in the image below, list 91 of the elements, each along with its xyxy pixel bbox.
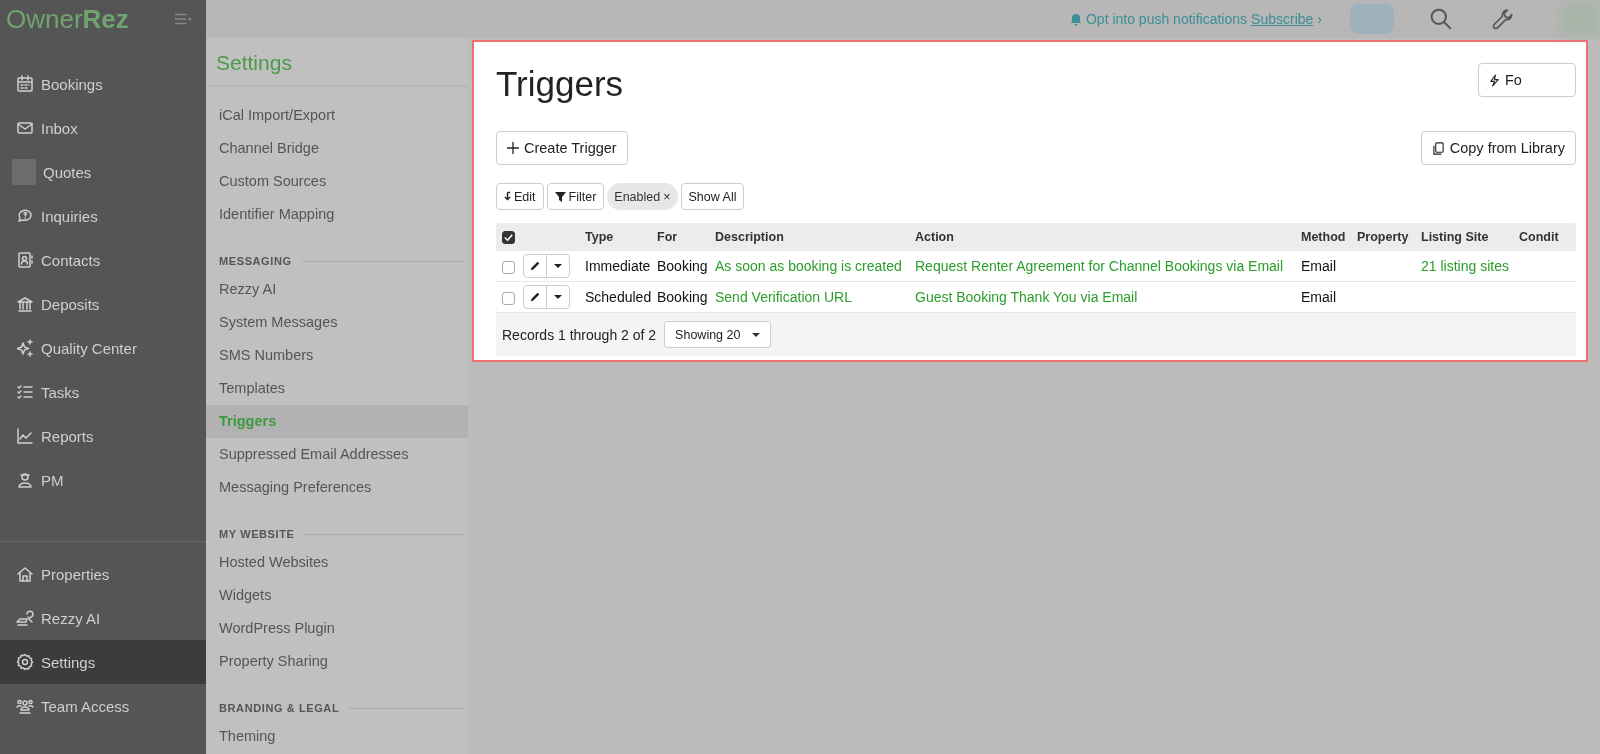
robot-icon: [16, 609, 34, 627]
sidebar-item[interactable]: Reports: [0, 414, 206, 458]
column-header: Condit: [1516, 223, 1576, 251]
sidebar-item[interactable]: Properties: [0, 552, 206, 596]
app-logo: OwnerRez: [6, 3, 129, 35]
checkmark-icon: [503, 232, 514, 244]
select-all-checkbox[interactable]: [502, 231, 515, 245]
settings-nav-item[interactable]: WordPress Plugin: [206, 612, 468, 645]
settings-nav-item[interactable]: Property Sharing: [206, 645, 468, 678]
copy-from-library-button[interactable]: Copy from Library: [1420, 131, 1576, 165]
search-icon[interactable]: [1430, 8, 1452, 30]
arrow-icon: [504, 191, 511, 202]
column-header: Listing Site: [1418, 223, 1516, 251]
form-button[interactable]: Fo: [1478, 63, 1576, 97]
row-checkbox[interactable]: [502, 260, 515, 274]
settings-nav-item[interactable]: Suppressed Email Addresses: [206, 438, 468, 471]
sidebar-item[interactable]: Tasks: [0, 370, 206, 414]
filter-button[interactable]: Filter: [546, 183, 605, 210]
checklist-icon: [16, 383, 34, 401]
create-trigger-button[interactable]: Create Trigger: [496, 131, 628, 165]
plus-icon: [507, 142, 519, 154]
sidebar-item[interactable]: Settings: [0, 640, 206, 684]
sidebar-item[interactable]: PM: [0, 458, 206, 502]
settings-nav-item[interactable]: iCal Import/Export: [206, 99, 468, 132]
table-cell: Email: [1301, 258, 1336, 274]
close-icon[interactable]: ×: [663, 189, 671, 204]
caret-icon: [554, 295, 562, 299]
calendar-icon: [16, 75, 34, 93]
settings-nav-item[interactable]: Theming: [206, 720, 468, 753]
chat-bubble-icon: [16, 207, 34, 225]
settings-title: Settings: [206, 38, 468, 87]
show-all-button[interactable]: Show All: [680, 183, 745, 210]
row-checkbox[interactable]: [502, 291, 515, 305]
table-cell: Scheduled: [585, 289, 652, 305]
sidebar-item[interactable]: Inbox: [0, 106, 206, 150]
caret-icon: [752, 332, 761, 337]
filter-icon: [554, 191, 566, 202]
pencil-icon: [529, 291, 541, 303]
bell-icon: [1069, 12, 1082, 26]
team-icon: [16, 697, 34, 715]
line-chart-icon: [16, 427, 34, 445]
settings-nav-item[interactable]: Identifier Mapping: [206, 198, 468, 231]
copy-icon: [1431, 141, 1445, 155]
column-header: Type: [582, 223, 654, 251]
sidebar-item[interactable]: Quotes: [0, 150, 206, 194]
lightning-icon: [1489, 73, 1500, 87]
settings-nav-item[interactable]: Widgets: [206, 579, 468, 612]
settings-icon: [16, 653, 34, 671]
collapse-menu-icon: [174, 11, 192, 27]
wrench-icon[interactable]: [1492, 8, 1514, 30]
pencil-icon: [529, 260, 541, 272]
sidebar-item[interactable]: Contacts: [0, 238, 206, 282]
table-cell: Booking: [657, 289, 708, 305]
settings-nav-item[interactable]: Messaging Preferences: [206, 471, 468, 504]
contact-card-icon: [16, 251, 34, 269]
section-heading: MY WEBSITE: [219, 528, 295, 540]
column-header: For: [654, 223, 712, 251]
records-count: Records 1 through 2 of 2: [502, 326, 657, 343]
envelope-icon: [16, 119, 34, 137]
sparkle-icon: [16, 339, 34, 357]
table-cell: Email: [1301, 289, 1336, 305]
sidebar-item[interactable]: Rezzy AI: [0, 596, 206, 640]
section-heading: BRANDING & LEGAL: [219, 702, 340, 714]
settings-nav-item[interactable]: Rezzy AI: [206, 273, 468, 306]
filter-chip: Enabled ×: [607, 183, 678, 210]
column-header: Description: [712, 223, 912, 251]
caret-icon: [554, 264, 562, 268]
settings-nav-item[interactable]: Templates: [206, 372, 468, 405]
settings-nav-item[interactable]: System Messages: [206, 306, 468, 339]
section-heading: MESSAGING: [219, 255, 292, 267]
settings-nav-item[interactable]: Hosted Websites: [206, 546, 468, 579]
table-cell: Booking: [657, 258, 708, 274]
column-header: Method: [1298, 223, 1354, 251]
sidebar-item[interactable]: Deposits: [0, 282, 206, 326]
sidebar-item[interactable]: Team Access: [0, 684, 206, 728]
sidebar-item[interactable]: Inquiries: [0, 194, 206, 238]
settings-nav-item[interactable]: Channel Bridge: [206, 132, 468, 165]
page-size-select[interactable]: Showing 20: [664, 321, 772, 348]
column-header: Action: [912, 223, 1298, 251]
sidebar-item[interactable]: Quality Center: [0, 326, 206, 370]
bank-icon: [16, 295, 34, 313]
person-icon: [16, 471, 34, 489]
sidebar-item[interactable]: Bookings: [0, 62, 206, 106]
settings-nav-item[interactable]: SMS Numbers: [206, 339, 468, 372]
edit-button[interactable]: Edit: [496, 183, 544, 210]
push-notification-notice: Opt into push notifications: [1085, 11, 1248, 27]
settings-nav-item[interactable]: Custom Sources: [206, 165, 468, 198]
house-icon: [16, 565, 34, 583]
table-cell: Immediate: [585, 258, 651, 274]
page-title: Triggers: [496, 63, 624, 104]
column-header: Property: [1354, 223, 1418, 251]
